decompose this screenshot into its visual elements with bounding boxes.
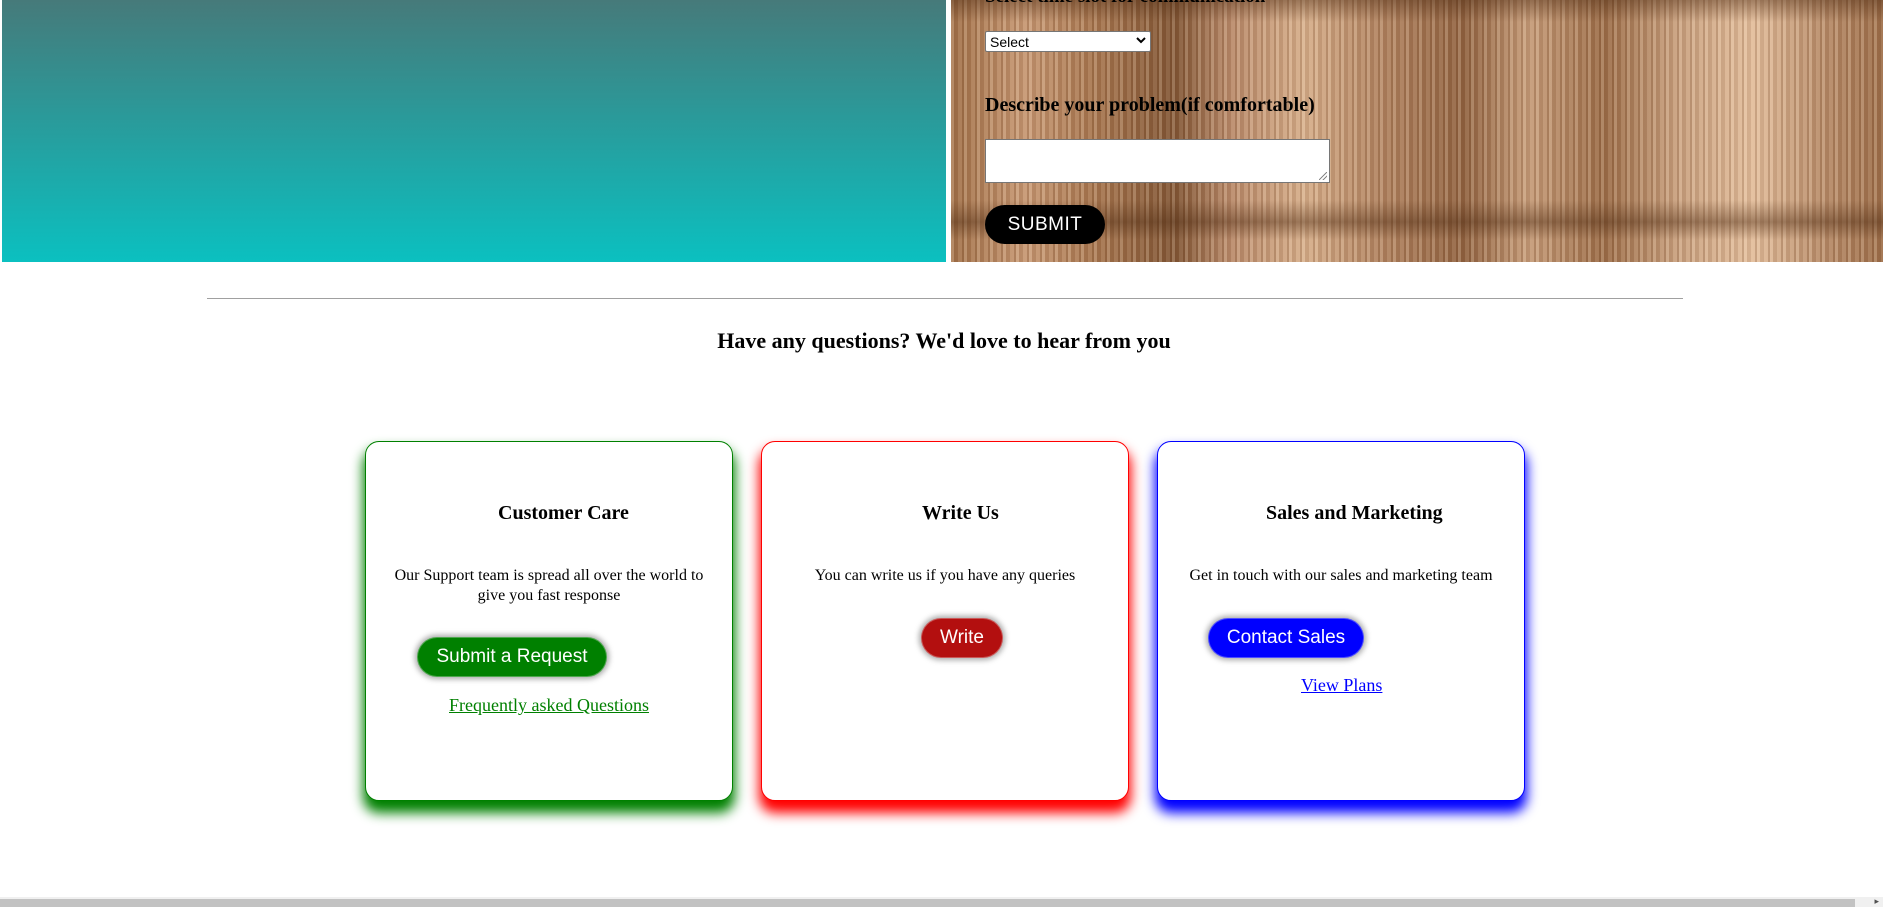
faq-link[interactable]: Frequently asked Questions: [449, 695, 649, 716]
submit-request-button[interactable]: Submit a Request: [417, 637, 607, 677]
scrollbar-thumb[interactable]: [0, 899, 1855, 907]
write-us-card: Write Us You can write us if you have an…: [761, 441, 1129, 801]
chevron-down-icon: [1136, 36, 1146, 47]
gradient-panel: [2, 0, 946, 262]
card-description: Get in touch with our sales and marketin…: [1189, 567, 1493, 584]
view-plans-link[interactable]: View Plans: [1301, 675, 1382, 696]
time-slot-select[interactable]: Select: [985, 31, 1151, 52]
horizontal-scrollbar[interactable]: ▸: [0, 897, 1883, 907]
problem-textarea[interactable]: [985, 139, 1330, 183]
card-description: Our Support team is spread all over the …: [394, 567, 704, 604]
submit-button[interactable]: SUBMIT: [985, 205, 1105, 244]
customer-care-card: Customer Care Our Support team is spread…: [365, 441, 733, 801]
write-button[interactable]: Write: [921, 618, 1003, 658]
sales-marketing-card: Sales and Marketing Get in touch with ou…: [1157, 441, 1525, 801]
top-section: Select time slot for communication Selec…: [0, 0, 1883, 262]
card-title: Write Us: [922, 502, 999, 524]
resize-grip-icon[interactable]: [1319, 172, 1327, 180]
contact-form-panel: Select time slot for communication Selec…: [951, 0, 1883, 262]
scroll-right-icon[interactable]: ▸: [1874, 897, 1879, 907]
card-title: Customer Care: [498, 502, 629, 524]
time-slot-select-value: Select: [990, 33, 1029, 50]
section-divider: [207, 298, 1683, 299]
time-slot-label: Select time slot for communication: [985, 0, 1265, 8]
card-title: Sales and Marketing: [1266, 502, 1443, 524]
card-description: You can write us if you have any queries: [814, 567, 1076, 584]
section-heading: Have any questions? We'd love to hear fr…: [717, 328, 1171, 353]
problem-label: Describe your problem(if comfortable): [985, 94, 1315, 116]
contact-sales-button[interactable]: Contact Sales: [1208, 618, 1364, 658]
page: Select time slot for communication Selec…: [0, 0, 1883, 907]
